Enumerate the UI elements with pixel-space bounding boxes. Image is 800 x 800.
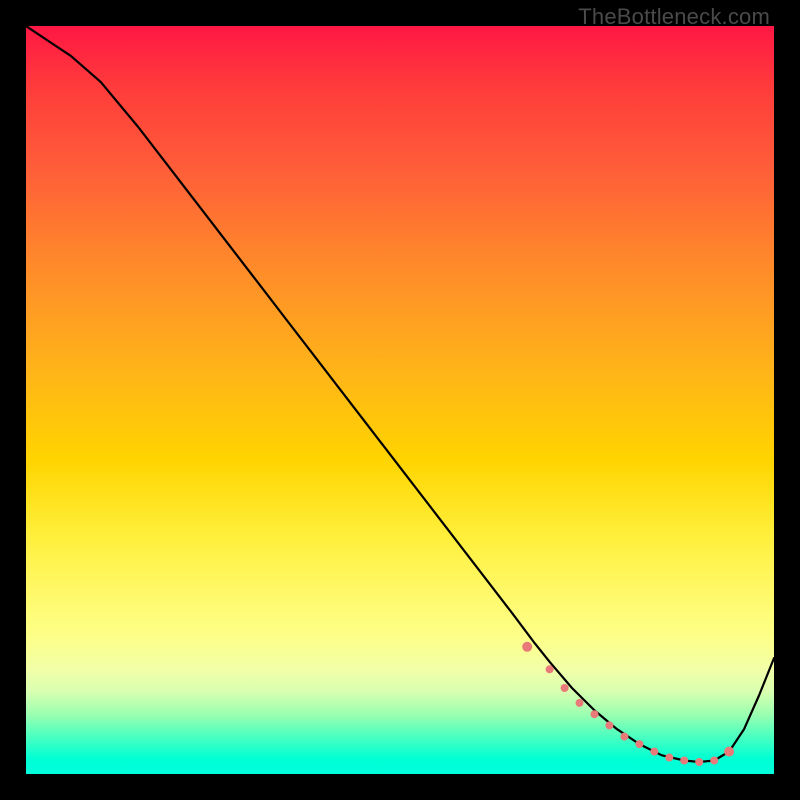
marker-dot [650,748,658,756]
marker-dot [522,642,532,652]
marker-dot [591,710,599,718]
marker-dot [620,733,628,741]
marker-dot [635,740,643,748]
curve-layer [26,26,774,774]
marker-dot [546,665,554,673]
marker-dot [576,699,584,707]
chart-frame: TheBottleneck.com [0,0,800,800]
plot-area [26,26,774,774]
marker-dot [605,721,613,729]
marker-dot [695,758,703,766]
marker-dot [724,747,734,757]
marker-dot [710,757,718,765]
watermark-text: TheBottleneck.com [578,4,770,30]
bottleneck-curve [26,26,774,762]
marker-dot [665,754,673,762]
marker-dot [561,684,569,692]
marker-group [522,642,734,766]
marker-dot [680,757,688,765]
